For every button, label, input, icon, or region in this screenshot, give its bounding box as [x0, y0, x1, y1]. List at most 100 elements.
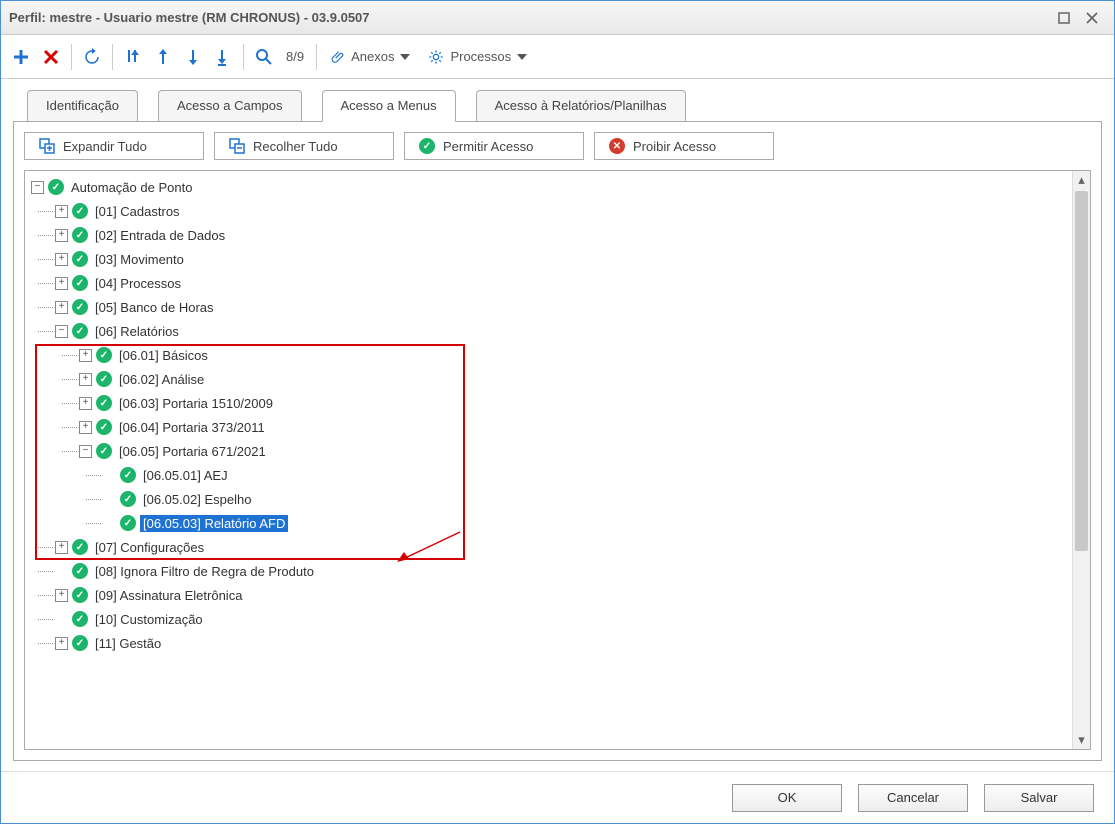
toggle-plus-icon[interactable]: +	[79, 421, 92, 434]
vertical-scrollbar[interactable]: ▴ ▾	[1072, 171, 1090, 749]
node-label: [06.04] Portaria 373/2011	[116, 419, 268, 436]
check-icon: ✓	[72, 203, 88, 219]
save-button[interactable]: Salvar	[984, 784, 1094, 812]
toggle-plus-icon[interactable]: +	[79, 397, 92, 410]
tree-node[interactable]: + ✓ [04] Processos	[31, 271, 1072, 295]
check-icon: ✓	[72, 611, 88, 627]
processos-dropdown[interactable]: Processos	[420, 42, 535, 72]
tree-node[interactable]: + ✓ [05] Banco de Horas	[31, 295, 1072, 319]
node-label: [10] Customização	[92, 611, 206, 628]
tab-acesso-campos[interactable]: Acesso a Campos	[158, 90, 302, 122]
toggle-plus-icon[interactable]: +	[79, 349, 92, 362]
toggle-none	[103, 469, 116, 482]
node-label: [06.01] Básicos	[116, 347, 211, 364]
check-icon: ✓	[96, 419, 112, 435]
toggle-minus-icon[interactable]: −	[55, 325, 68, 338]
deny-access-button[interactable]: ✕ Proibir Acesso	[594, 132, 774, 160]
delete-button[interactable]	[37, 42, 65, 72]
toggle-plus-icon[interactable]: +	[55, 229, 68, 242]
close-button[interactable]	[1078, 7, 1106, 29]
first-button[interactable]	[119, 42, 147, 72]
cancel-button[interactable]: Cancelar	[858, 784, 968, 812]
toggle-minus-icon[interactable]: −	[31, 181, 44, 194]
check-icon: ✓	[120, 467, 136, 483]
node-label: [06.05.01] AEJ	[140, 467, 231, 484]
tab-acesso-menus[interactable]: Acesso a Menus	[322, 90, 456, 122]
tab-acesso-relatorios[interactable]: Acesso à Relatórios/Planilhas	[476, 90, 686, 122]
toggle-plus-icon[interactable]: +	[55, 637, 68, 650]
check-icon: ✓	[419, 138, 435, 154]
scroll-thumb[interactable]	[1075, 191, 1088, 551]
dialog-footer: OK Cancelar Salvar	[1, 771, 1114, 823]
tree-node[interactable]: + ✓ [09] Assinatura Eletrônica	[31, 583, 1072, 607]
scroll-up-icon[interactable]: ▴	[1073, 171, 1090, 189]
toggle-none	[103, 517, 116, 530]
allow-access-button[interactable]: ✓ Permitir Acesso	[404, 132, 584, 160]
check-icon: ✓	[72, 539, 88, 555]
last-button[interactable]	[209, 42, 237, 72]
tree-node[interactable]: + ✓ [06.02] Análise	[31, 367, 1072, 391]
processos-label: Processos	[450, 49, 511, 64]
chevron-down-icon	[400, 54, 410, 60]
maximize-button[interactable]	[1050, 7, 1078, 29]
node-label: [07] Configurações	[92, 539, 207, 556]
tree-node[interactable]: ✓ [06.05.02] Espelho	[31, 487, 1072, 511]
refresh-button[interactable]	[78, 42, 106, 72]
check-icon: ✓	[72, 323, 88, 339]
anexos-label: Anexos	[351, 49, 394, 64]
node-label: [05] Banco de Horas	[92, 299, 217, 316]
tab-identificacao[interactable]: Identificação	[27, 90, 138, 122]
node-label: [06.03] Portaria 1510/2009	[116, 395, 276, 412]
tree-node[interactable]: + ✓ [02] Entrada de Dados	[31, 223, 1072, 247]
tree-node[interactable]: − ✓ [06.05] Portaria 671/2021	[31, 439, 1072, 463]
expand-all-label: Expandir Tudo	[63, 139, 147, 154]
tree-node[interactable]: + ✓ [06.01] Básicos	[31, 343, 1072, 367]
titlebar: Perfil: mestre - Usuario mestre (RM CHRO…	[1, 1, 1114, 35]
tree-node[interactable]: + ✓ [11] Gestão	[31, 631, 1072, 655]
tree-node[interactable]: ✓ [06.05.01] AEJ	[31, 463, 1072, 487]
node-label: [06.02] Análise	[116, 371, 207, 388]
toggle-plus-icon[interactable]: +	[79, 373, 92, 386]
content-area: Identificação Acesso a Campos Acesso a M…	[1, 79, 1114, 771]
toggle-plus-icon[interactable]: +	[55, 205, 68, 218]
search-button[interactable]	[250, 42, 278, 72]
toggle-plus-icon[interactable]: +	[55, 589, 68, 602]
tree-container: − ✓ Automação de Ponto + ✓ [01] Cadastro…	[24, 170, 1091, 750]
toggle-plus-icon[interactable]: +	[55, 277, 68, 290]
tree-node[interactable]: ✓ [10] Customização	[31, 607, 1072, 631]
add-button[interactable]	[7, 42, 35, 72]
node-label: [09] Assinatura Eletrônica	[92, 587, 245, 604]
tree-node[interactable]: + ✓ [06.04] Portaria 373/2011	[31, 415, 1072, 439]
anexos-dropdown[interactable]: Anexos	[323, 42, 418, 72]
tree-node[interactable]: + ✓ [03] Movimento	[31, 247, 1072, 271]
tree-node[interactable]: − ✓ [06] Relatórios	[31, 319, 1072, 343]
tab-strip: Identificação Acesso a Campos Acesso a M…	[13, 89, 1102, 121]
toggle-plus-icon[interactable]: +	[55, 301, 68, 314]
collapse-all-button[interactable]: Recolher Tudo	[214, 132, 394, 160]
toggle-minus-icon[interactable]: −	[79, 445, 92, 458]
toggle-plus-icon[interactable]: +	[55, 253, 68, 266]
record-counter: 8/9	[280, 49, 310, 64]
expand-all-button[interactable]: Expandir Tudo	[24, 132, 204, 160]
scroll-down-icon[interactable]: ▾	[1073, 731, 1090, 749]
toggle-none	[55, 565, 68, 578]
next-button[interactable]	[179, 42, 207, 72]
check-icon: ✓	[72, 635, 88, 651]
node-label: [11] Gestão	[92, 635, 164, 652]
tree-node[interactable]: ✓ [08] Ignora Filtro de Regra de Produto	[31, 559, 1072, 583]
ok-button[interactable]: OK	[732, 784, 842, 812]
tree-node[interactable]: + ✓ [06.03] Portaria 1510/2009	[31, 391, 1072, 415]
tree-node[interactable]: + ✓ [07] Configurações	[31, 535, 1072, 559]
tree-node-root[interactable]: − ✓ Automação de Ponto	[31, 175, 1072, 199]
prev-button[interactable]	[149, 42, 177, 72]
toggle-plus-icon[interactable]: +	[55, 541, 68, 554]
check-icon: ✓	[96, 347, 112, 363]
chevron-down-icon	[517, 54, 527, 60]
tree-node-selected[interactable]: ✓ [06.05.03] Relatório AFD	[31, 511, 1072, 535]
tree-node[interactable]: + ✓ [01] Cadastros	[31, 199, 1072, 223]
deny-access-label: Proibir Acesso	[633, 139, 716, 154]
check-icon: ✓	[72, 587, 88, 603]
check-icon: ✓	[72, 227, 88, 243]
window-title: Perfil: mestre - Usuario mestre (RM CHRO…	[9, 10, 1050, 25]
action-row: Expandir Tudo Recolher Tudo ✓ Permitir A…	[24, 132, 1091, 160]
